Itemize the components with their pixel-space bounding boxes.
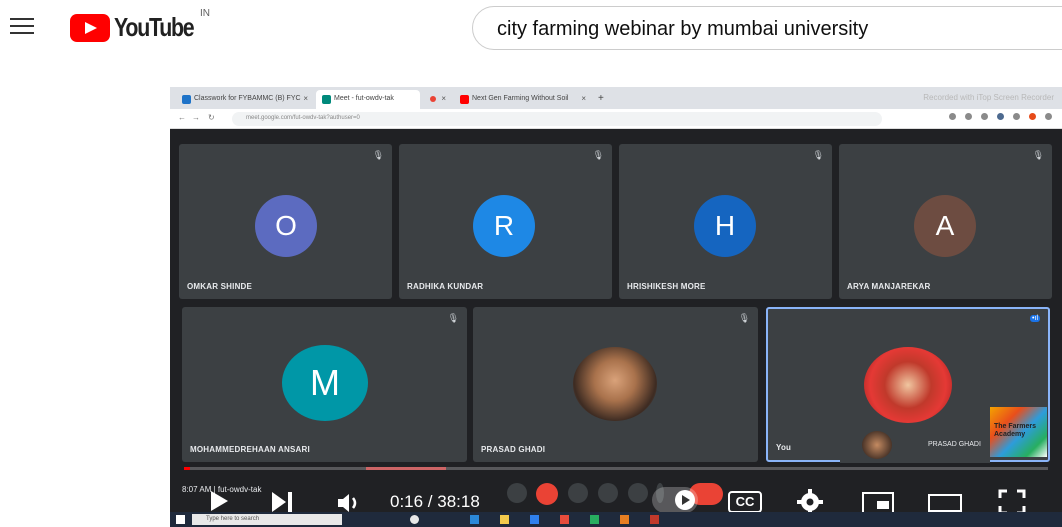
browser-tab-bar: Classwork for FYBAMMC (B) FYC × Meet - f… xyxy=(170,87,1062,109)
progress-played xyxy=(184,467,191,470)
avatar: H xyxy=(694,195,756,257)
country-code: IN xyxy=(200,8,210,19)
avatar: A xyxy=(914,195,976,257)
back-icon: ← xyxy=(178,113,186,122)
participant-name: HRISHIKESH MORE xyxy=(627,282,706,291)
edge-icon xyxy=(470,515,479,524)
tab-label: Classwork for FYBAMMC (B) FYC xyxy=(194,95,301,102)
taskbar-search: Type here to search xyxy=(192,514,342,525)
close-icon: × xyxy=(581,94,586,103)
windows-start-icon xyxy=(176,515,185,524)
self-preview: PRASAD GHADI xyxy=(840,427,990,463)
search-query-text: city farming webinar by mumbai universit… xyxy=(497,18,869,40)
youtube-icon xyxy=(460,95,469,104)
preview-name: PRASAD GHADI xyxy=(928,441,981,448)
close-icon: × xyxy=(303,94,308,103)
participant-tile: 🎙 R RADHIKA KUNDAR xyxy=(399,144,612,299)
classroom-icon xyxy=(182,95,191,104)
participant-name: PRASAD GHADI xyxy=(481,445,546,454)
progress-chapter-highlight xyxy=(366,467,446,470)
autoplay-play-icon xyxy=(675,490,695,510)
participant-tile: 🎙 PRASAD GHADI xyxy=(473,307,758,462)
mic-off-icon: 🎙 xyxy=(447,313,459,323)
participant-photo-avatar xyxy=(573,347,657,421)
extension-icons xyxy=(949,113,1052,120)
explorer-icon xyxy=(500,515,509,524)
browser-tab: Classwork for FYBAMMC (B) FYC × xyxy=(176,90,312,109)
youtube-logo[interactable]: YouTube xyxy=(70,12,211,43)
self-photo-avatar xyxy=(864,347,952,423)
present-icon xyxy=(628,483,648,503)
farmers-academy-logo: The Farmers Academy xyxy=(990,407,1047,457)
app-icon xyxy=(560,515,569,524)
time-display: 0:16 / 38:18 xyxy=(390,492,480,511)
participant-name: You xyxy=(776,443,792,452)
preview-photo-avatar xyxy=(862,431,892,459)
windows-taskbar: Type here to search xyxy=(170,512,1062,527)
youtube-play-logo-icon xyxy=(70,13,110,42)
meet-icon xyxy=(322,95,331,104)
search-input[interactable]: city farming webinar by mumbai universit… xyxy=(472,6,1062,50)
close-icon: × xyxy=(441,94,446,103)
store-icon xyxy=(530,515,539,524)
play-icon[interactable] xyxy=(206,489,230,513)
mic-off-icon: 🎙 xyxy=(592,150,604,160)
browser-tab-active: Meet - fut-owdv-tak xyxy=(316,90,420,109)
progress-bar[interactable] xyxy=(184,467,1048,470)
browser-tab: Next Gen Farming Without Soil × xyxy=(454,90,590,109)
hamburger-menu-icon[interactable] xyxy=(10,16,34,36)
raise-hand-icon xyxy=(598,483,618,503)
reload-icon: ↻ xyxy=(208,113,215,122)
miniplayer-icon[interactable] xyxy=(862,492,894,514)
participant-name: OMKAR SHINDE xyxy=(187,282,253,291)
participant-tile: 🎙 A ARYA MANJAREKAR xyxy=(839,144,1052,299)
chrome-icon xyxy=(590,515,599,524)
recorder-watermark: Recorded with iTop Screen Recorder xyxy=(923,93,1054,102)
volume-icon[interactable] xyxy=(336,492,364,514)
mic-off-icon: 🎙 xyxy=(812,150,824,160)
browser-address-bar: ← → ↻ meet.google.com/fut-owdv-tak?authu… xyxy=(170,109,1062,129)
captions-button-icon[interactable]: CC xyxy=(728,491,762,513)
video-player[interactable]: Classwork for FYBAMMC (B) FYC × Meet - f… xyxy=(170,87,1062,527)
participant-tile: 🎙 M MOHAMMEDREHAAN ANSARI xyxy=(182,307,467,462)
masthead: YouTube IN city farming webinar by mumba… xyxy=(0,0,1062,62)
mic-off-icon: 🎙 xyxy=(372,150,384,160)
forward-icon: → xyxy=(192,113,200,122)
theater-mode-icon[interactable] xyxy=(928,494,962,512)
mic-icon xyxy=(507,483,527,503)
participant-name: RADHIKA KUNDAR xyxy=(407,282,484,291)
tab-label: Next Gen Farming Without Soil xyxy=(472,95,569,102)
captions-icon xyxy=(568,483,588,503)
url-field: meet.google.com/fut-owdv-tak?authuser=0 xyxy=(232,112,882,126)
autoplay-toggle[interactable] xyxy=(652,487,698,513)
avatar: O xyxy=(255,195,317,257)
speaking-indicator-icon: •ıl xyxy=(1030,315,1040,322)
recording-dot-icon xyxy=(430,96,436,102)
avatar: M xyxy=(282,345,368,421)
new-tab-icon: + xyxy=(598,93,604,104)
next-icon[interactable] xyxy=(270,491,294,513)
avatar: R xyxy=(473,195,535,257)
app-icon xyxy=(620,515,629,524)
tab-label: Meet - fut-owdv-tak xyxy=(334,95,394,102)
participant-name: MOHAMMEDREHAAN ANSARI xyxy=(190,445,310,454)
camera-off-icon xyxy=(536,483,558,505)
participant-name: ARYA MANJAREKAR xyxy=(847,282,931,291)
participant-tile: 🎙 O OMKAR SHINDE xyxy=(179,144,392,299)
browser-tab: × xyxy=(424,90,450,109)
mic-off-icon: 🎙 xyxy=(1032,150,1044,160)
mic-off-icon: 🎙 xyxy=(738,313,750,323)
cortana-icon xyxy=(410,515,419,524)
logo-text: YouTube xyxy=(114,12,195,42)
app-icon xyxy=(650,515,659,524)
participant-tile: 🎙 H HRISHIKESH MORE xyxy=(619,144,832,299)
